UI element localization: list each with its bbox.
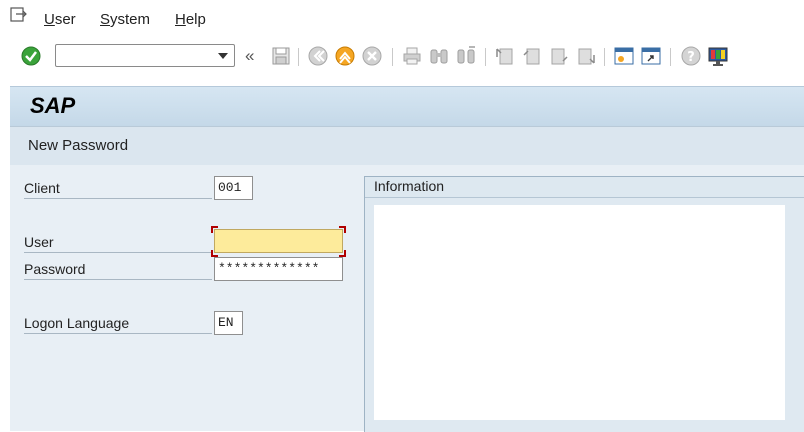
previous-page-icon[interactable] <box>521 45 543 67</box>
information-panel-title: Information <box>374 178 445 194</box>
password-label: Password <box>24 259 212 280</box>
print-icon[interactable] <box>401 45 423 67</box>
cancel-icon[interactable] <box>361 45 383 67</box>
sap-logo: SAP <box>30 93 76 118</box>
toolbar-separator <box>485 48 486 66</box>
menu-bar: User System Help <box>0 0 804 38</box>
client-field[interactable]: 001 <box>214 176 253 200</box>
chevron-down-icon[interactable] <box>218 53 228 59</box>
user-field[interactable] <box>214 229 343 253</box>
toolbar-separator <box>604 48 605 66</box>
svg-text:?: ? <box>687 50 695 65</box>
toolbar-separator <box>298 48 299 66</box>
password-field[interactable]: ************* <box>214 257 343 281</box>
enter-checkmark-icon[interactable] <box>20 45 42 67</box>
logon-language-label: Logon Language <box>24 313 212 334</box>
user-label: User <box>24 232 212 253</box>
focus-corner <box>211 250 218 257</box>
standard-toolbar: « ? <box>0 38 804 74</box>
command-input[interactable] <box>58 46 212 66</box>
first-page-icon[interactable] <box>494 45 516 67</box>
focus-corner <box>339 226 346 233</box>
back-icon[interactable] <box>307 45 329 67</box>
menu-help[interactable]: Help <box>175 11 206 28</box>
new-session-icon[interactable] <box>613 45 635 67</box>
exit-menu-icon[interactable] <box>10 7 28 23</box>
title-bar: SAP <box>10 86 804 127</box>
help-icon[interactable]: ? <box>680 45 702 67</box>
customize-layout-icon[interactable] <box>707 45 729 67</box>
find-icon[interactable] <box>428 45 450 67</box>
command-field[interactable] <box>55 44 235 67</box>
information-text-area <box>374 205 785 420</box>
screen-title-bar: New Password <box>10 126 804 166</box>
menu-system[interactable]: System <box>100 11 150 28</box>
exit-icon[interactable] <box>334 45 356 67</box>
page-title: New Password <box>28 137 129 154</box>
toolbar-separator <box>392 48 393 66</box>
next-page-icon[interactable] <box>548 45 570 67</box>
toggle-command-field-icon[interactable]: « <box>245 46 254 66</box>
find-next-icon[interactable] <box>455 45 477 67</box>
focus-corner <box>211 226 218 233</box>
save-icon[interactable] <box>270 45 292 67</box>
client-label: Client <box>24 178 212 199</box>
logon-language-field[interactable]: EN <box>214 311 243 335</box>
menu-user[interactable]: User <box>44 11 76 28</box>
last-page-icon[interactable] <box>575 45 597 67</box>
focus-corner <box>339 250 346 257</box>
toolbar-separator <box>670 48 671 66</box>
information-panel-header: Information <box>365 177 804 198</box>
information-panel: Information <box>364 176 804 432</box>
create-shortcut-icon[interactable] <box>640 45 662 67</box>
